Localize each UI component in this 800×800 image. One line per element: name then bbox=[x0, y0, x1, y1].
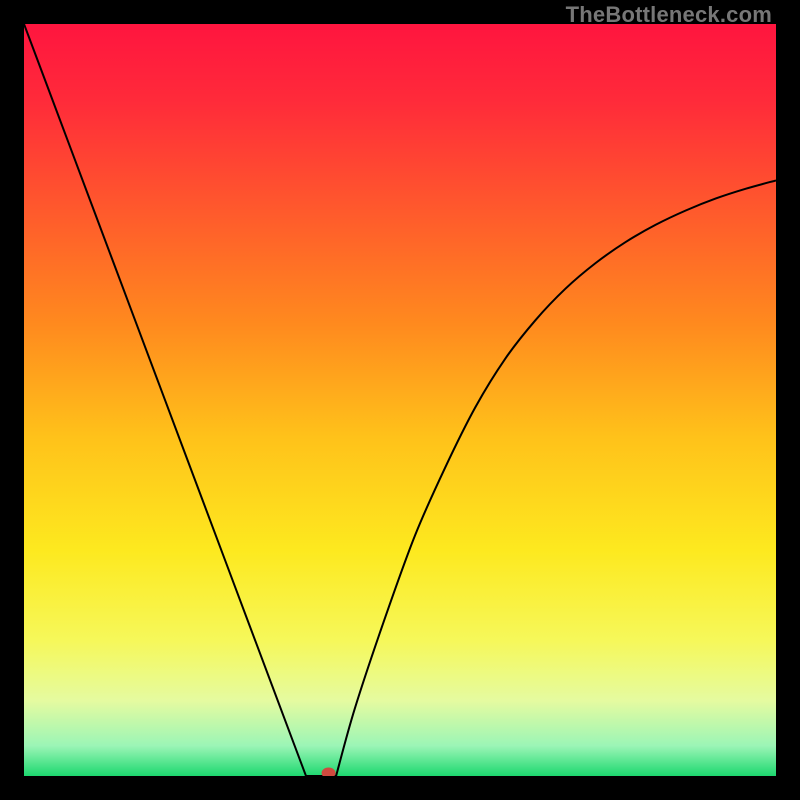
chart-frame bbox=[24, 24, 776, 776]
bottleneck-chart bbox=[24, 24, 776, 776]
gradient-background bbox=[24, 24, 776, 776]
